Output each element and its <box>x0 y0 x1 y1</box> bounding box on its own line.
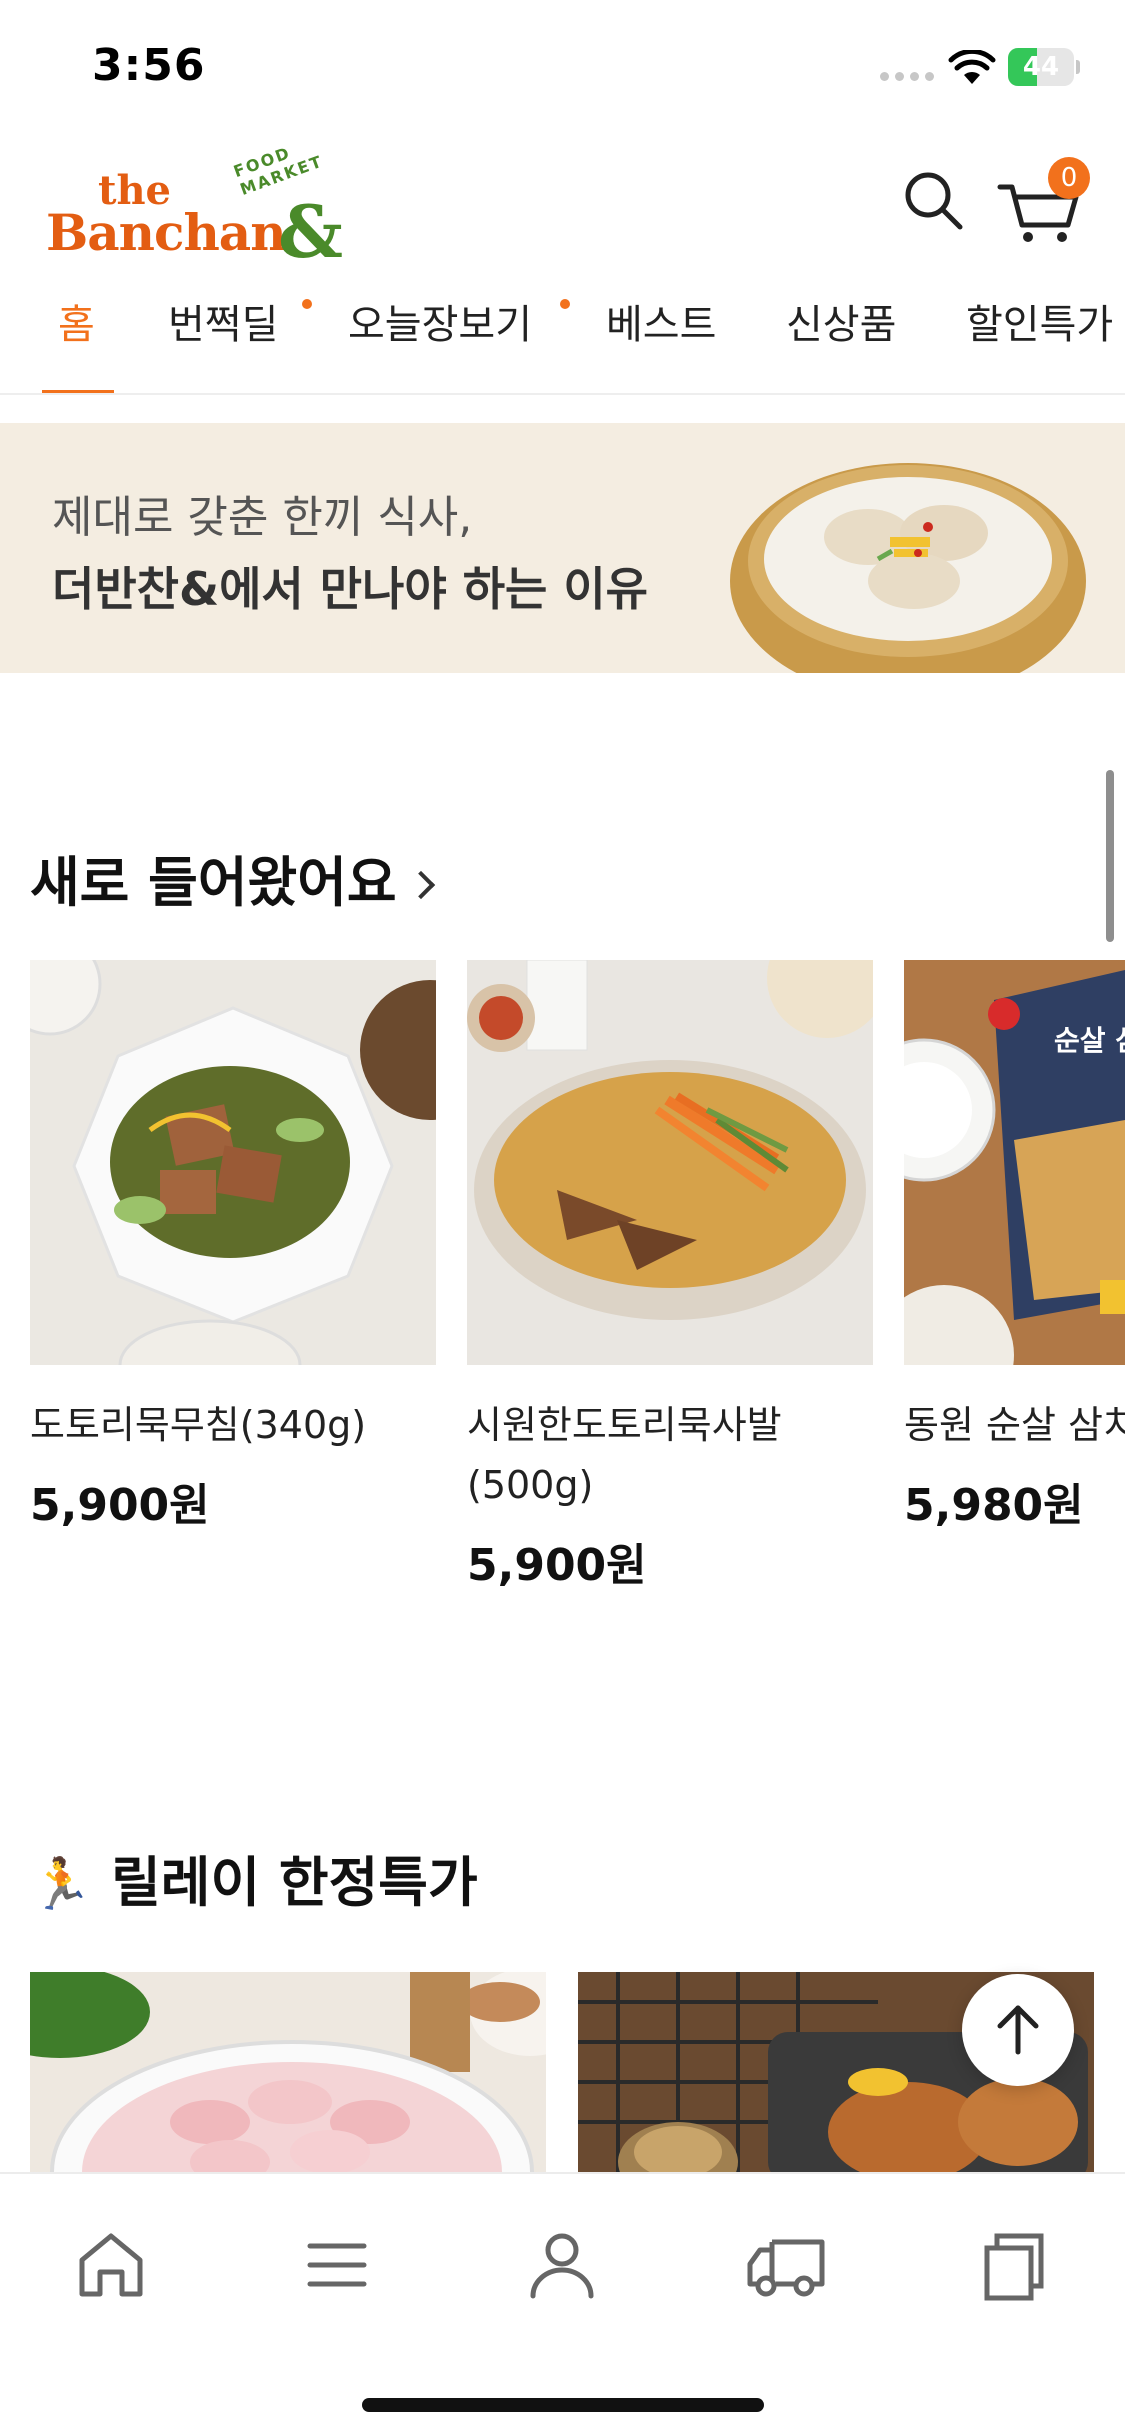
banner-line2: 더반찬&에서 만나야 하는 이유 <box>52 562 648 616</box>
tab-label: 신상품 <box>786 302 897 348</box>
search-icon <box>905 172 963 230</box>
new-dot-badge <box>302 299 312 309</box>
product-price: 5,900원 <box>467 1540 647 1591</box>
relay-product-card[interactable] <box>30 1972 546 2172</box>
scroll-indicator[interactable] <box>1106 770 1114 942</box>
relay-header: 🏃 릴레이 한정특가 <box>30 1838 478 1917</box>
tab-label: 오늘장보기 <box>348 302 532 348</box>
tab-flash-deal[interactable]: 번쩍딜 <box>168 285 312 393</box>
nav-home[interactable] <box>66 2220 156 2310</box>
tab-label: 번쩍딜 <box>168 302 279 348</box>
nav-menu[interactable] <box>292 2220 382 2310</box>
home-indicator <box>362 2398 764 2412</box>
tab-best[interactable]: 베스트 <box>606 285 717 393</box>
recent-items-icon <box>984 2233 1044 2301</box>
battery-level: 44 <box>1022 52 1060 82</box>
battery-icon: 44 <box>1008 48 1080 86</box>
home-icon <box>79 2233 143 2297</box>
package-label: 순살 삼치구이 <box>1054 1024 1125 1057</box>
product-image <box>467 960 873 1365</box>
active-tab-underline <box>42 390 114 393</box>
product-card[interactable]: 도토리묵무침(340g) 5,900원 <box>30 960 436 1533</box>
product-card[interactable]: 시원한도토리묵사발(500g) 5,900원 <box>467 960 873 1593</box>
product-name: 도토리묵무침(340g) <box>30 1403 367 1447</box>
product-name: 시원한도토리묵사발(500g) <box>467 1403 782 1507</box>
product-image <box>30 960 436 1365</box>
arrow-up-icon <box>997 2005 1039 2055</box>
logo-ampersand: & <box>278 189 344 274</box>
category-tabs: 홈 번쩍딜 오늘장보기 베스트 신상품 할인특가 <box>0 285 1125 395</box>
product-card[interactable]: 순살 삼치구이 동원 순살 삼치구이(70g) 5,980원 <box>904 960 1125 1533</box>
delivery-truck-icon <box>747 2239 825 2297</box>
tab-home[interactable]: 홈 <box>42 285 114 393</box>
nav-recent[interactable] <box>967 2220 1057 2310</box>
product-image: 순살 삼치구이 <box>904 960 1125 1365</box>
user-icon <box>530 2233 594 2299</box>
menu-icon <box>307 2243 367 2287</box>
nav-my-page[interactable] <box>517 2220 607 2310</box>
product-price: 5,900원 <box>30 1480 210 1531</box>
new-arrivals-header[interactable]: 새로 들어왔어요 <box>30 838 435 917</box>
tab-today-shopping[interactable]: 오늘장보기 <box>348 285 570 393</box>
cart-count-badge: 0 <box>1048 157 1090 199</box>
bottom-navigation <box>0 2172 1125 2436</box>
dumpling-soup-image <box>730 463 1086 673</box>
cellular-signal-icon <box>880 72 934 81</box>
tab-label: 할인특가 <box>966 302 1114 348</box>
status-time: 3:56 <box>92 40 206 91</box>
wifi-icon <box>948 50 996 84</box>
product-name: 동원 순살 삼치구이(70g) <box>904 1403 1125 1447</box>
promo-banner[interactable]: 제대로 갖춘 한끼 식사, 더반찬&에서 만나야 하는 이유 <box>0 423 1125 673</box>
logo-banchan: Banchan <box>46 203 287 262</box>
tab-discount[interactable]: 할인특가 <box>966 285 1114 393</box>
product-price: 5,980원 <box>904 1480 1084 1531</box>
tab-new-products[interactable]: 신상품 <box>786 285 897 393</box>
section-title: 릴레이 한정특가 <box>111 1851 478 1914</box>
scroll-to-top-button[interactable] <box>962 1974 1074 2086</box>
brand-logo[interactable]: FOOD MARKET the Banchan & <box>46 143 366 274</box>
nav-delivery[interactable] <box>742 2220 832 2310</box>
cart-button[interactable]: 0 <box>996 157 1090 247</box>
status-bar: 3:56 44 <box>0 0 1125 135</box>
runner-emoji: 🏃 <box>30 1855 93 1913</box>
tab-label: 홈 <box>58 302 95 348</box>
app-header: FOOD MARKET the Banchan & 0 <box>0 135 1125 275</box>
banner-line1: 제대로 갖춘 한끼 식사, <box>52 492 473 543</box>
tab-label: 베스트 <box>606 302 717 348</box>
new-dot-badge <box>560 299 570 309</box>
search-button[interactable] <box>898 165 970 237</box>
section-title: 새로 들어왔어요 <box>30 851 397 914</box>
chevron-right-icon <box>406 870 435 900</box>
pork-belly-image <box>30 1972 546 2172</box>
